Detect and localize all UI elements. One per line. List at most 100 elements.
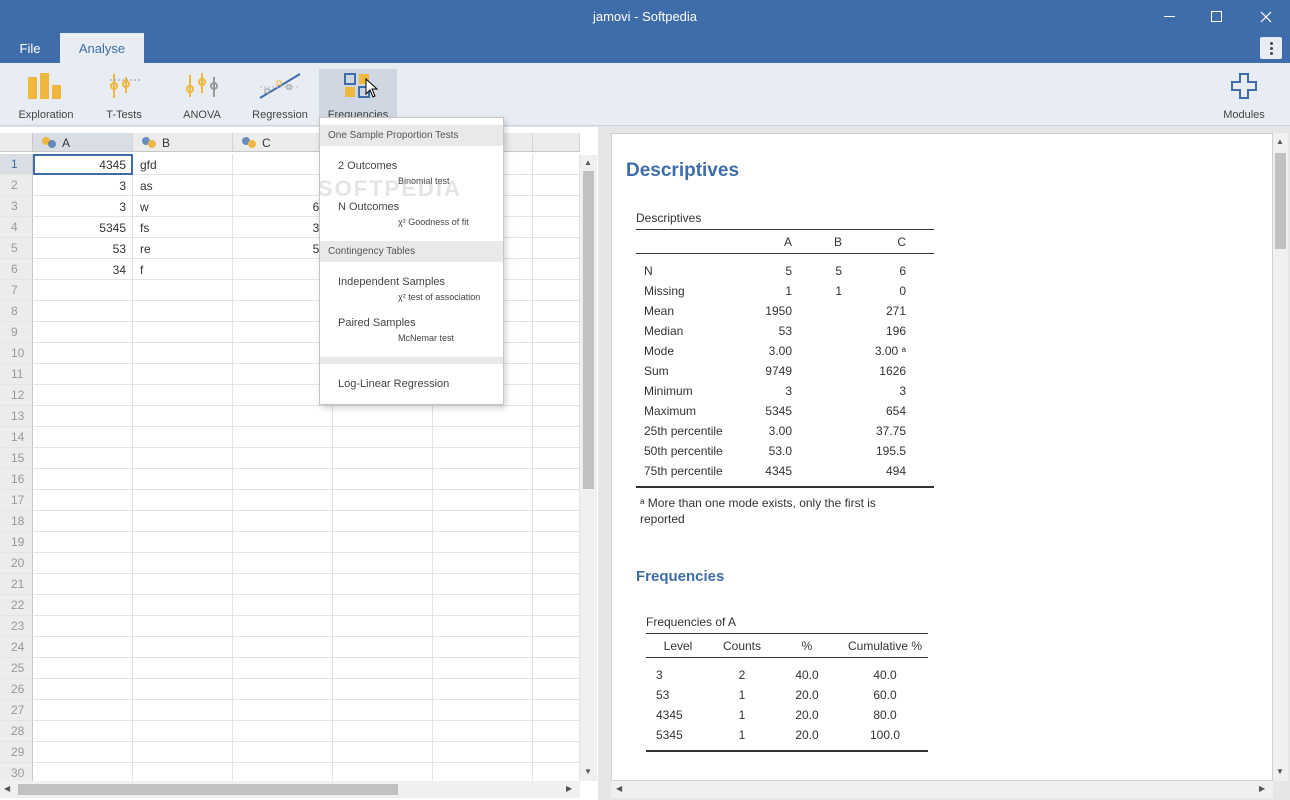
close-button[interactable] — [1243, 0, 1289, 33]
table-cell[interactable] — [133, 679, 233, 700]
table-cell[interactable] — [433, 490, 533, 511]
table-cell[interactable] — [233, 364, 333, 385]
table-cell[interactable]: 5345 — [33, 217, 133, 238]
table-cell[interactable] — [133, 574, 233, 595]
table-cell[interactable] — [433, 553, 533, 574]
table-cell[interactable] — [33, 553, 133, 574]
table-cell[interactable] — [233, 406, 333, 427]
table-cell[interactable]: 34 — [33, 259, 133, 280]
table-cell[interactable] — [33, 280, 133, 301]
table-cell[interactable]: 34 — [233, 217, 333, 238]
row-number[interactable]: 6 — [0, 259, 33, 280]
table-cell[interactable]: 54 — [233, 238, 333, 259]
t-tests-button[interactable]: T-Tests — [85, 69, 163, 121]
table-cell[interactable] — [233, 616, 333, 637]
table-cell[interactable] — [433, 700, 533, 721]
table-cell[interactable] — [333, 595, 433, 616]
table-cell[interactable] — [233, 427, 333, 448]
table-cell[interactable] — [333, 679, 433, 700]
table-cell[interactable] — [533, 658, 580, 679]
table-cell[interactable] — [533, 448, 580, 469]
row-number[interactable]: 25 — [0, 658, 33, 679]
row-number[interactable]: 18 — [0, 511, 33, 532]
table-cell[interactable] — [33, 574, 133, 595]
column-header-empty[interactable] — [533, 133, 580, 152]
table-cell[interactable] — [433, 427, 533, 448]
table-cell[interactable] — [533, 385, 580, 406]
scroll-left-icon[interactable]: ◀ — [4, 784, 10, 793]
table-cell[interactable] — [433, 721, 533, 742]
row-number[interactable]: 23 — [0, 616, 33, 637]
table-cell[interactable] — [133, 637, 233, 658]
scroll-up-icon[interactable]: ▲ — [1276, 137, 1284, 146]
table-cell[interactable] — [533, 280, 580, 301]
table-cell[interactable]: gfd — [133, 154, 233, 175]
results-horizontal-scrollbar[interactable]: ◀ ▶ — [611, 781, 1273, 798]
maximize-button[interactable] — [1193, 0, 1239, 33]
table-cell[interactable] — [233, 721, 333, 742]
row-number[interactable]: 21 — [0, 574, 33, 595]
table-cell[interactable] — [233, 280, 333, 301]
row-number[interactable]: 14 — [0, 427, 33, 448]
table-cell[interactable] — [533, 700, 580, 721]
table-cell[interactable] — [333, 448, 433, 469]
table-cell[interactable] — [33, 364, 133, 385]
table-cell[interactable] — [533, 343, 580, 364]
table-cell[interactable] — [33, 322, 133, 343]
table-cell[interactable] — [133, 301, 233, 322]
table-cell[interactable] — [33, 343, 133, 364]
table-cell[interactable] — [233, 574, 333, 595]
table-cell[interactable] — [533, 553, 580, 574]
table-cell[interactable] — [433, 742, 533, 763]
table-cell[interactable] — [133, 742, 233, 763]
table-cell[interactable] — [333, 406, 433, 427]
sheet-corner[interactable] — [0, 133, 33, 152]
scroll-up-icon[interactable]: ▲ — [584, 158, 592, 167]
row-number[interactable]: 17 — [0, 490, 33, 511]
table-cell[interactable] — [533, 322, 580, 343]
table-cell[interactable]: w — [133, 196, 233, 217]
row-number[interactable]: 27 — [0, 700, 33, 721]
scrollbar-thumb[interactable] — [18, 784, 398, 795]
menu-item-n-outcomes[interactable]: N Outcomes — [338, 201, 399, 213]
tab-file[interactable]: File — [0, 33, 60, 63]
table-cell[interactable] — [133, 553, 233, 574]
scroll-down-icon[interactable]: ▼ — [1276, 767, 1284, 776]
row-number[interactable]: 10 — [0, 343, 33, 364]
table-cell[interactable]: 4345 — [33, 154, 133, 175]
table-cell[interactable]: re — [133, 238, 233, 259]
table-cell[interactable] — [33, 595, 133, 616]
table-cell[interactable] — [533, 637, 580, 658]
table-cell[interactable] — [533, 679, 580, 700]
regression-button[interactable]: Regression — [241, 69, 319, 121]
menu-item-independent-samples[interactable]: Independent Samples — [338, 276, 445, 288]
scroll-left-icon[interactable]: ◀ — [616, 784, 622, 793]
table-cell[interactable] — [533, 721, 580, 742]
table-cell[interactable] — [433, 448, 533, 469]
table-cell[interactable] — [533, 616, 580, 637]
row-number[interactable]: 24 — [0, 637, 33, 658]
table-cell[interactable] — [133, 595, 233, 616]
table-cell[interactable] — [533, 742, 580, 763]
table-cell[interactable] — [533, 238, 580, 259]
row-number[interactable]: 4 — [0, 217, 33, 238]
row-number[interactable]: 9 — [0, 322, 33, 343]
exploration-button[interactable]: Exploration — [7, 69, 85, 121]
table-cell[interactable] — [533, 259, 580, 280]
table-cell[interactable] — [133, 280, 233, 301]
table-cell[interactable] — [233, 490, 333, 511]
modules-button[interactable]: Modules — [1205, 69, 1283, 121]
table-cell[interactable] — [433, 406, 533, 427]
tab-analyse[interactable]: Analyse — [60, 33, 144, 63]
minimize-button[interactable] — [1146, 0, 1192, 33]
table-cell[interactable] — [533, 154, 580, 175]
table-cell[interactable] — [233, 511, 333, 532]
table-cell[interactable] — [333, 637, 433, 658]
table-cell[interactable] — [533, 574, 580, 595]
column-header-c[interactable]: C — [233, 133, 333, 152]
more-options-button[interactable] — [1260, 37, 1282, 59]
row-number[interactable]: 7 — [0, 280, 33, 301]
table-cell[interactable] — [133, 616, 233, 637]
table-cell[interactable] — [33, 637, 133, 658]
table-cell[interactable] — [33, 511, 133, 532]
